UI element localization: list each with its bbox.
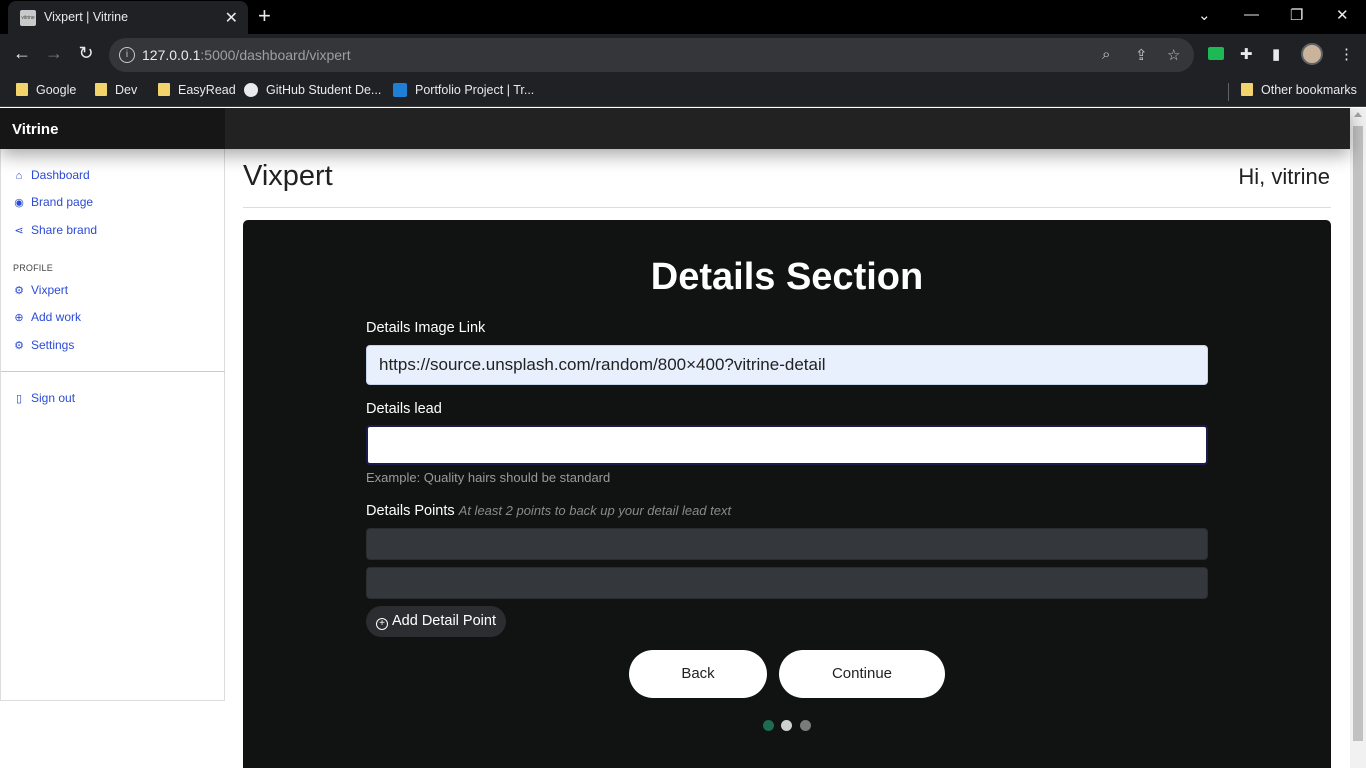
sidebar-item-settings[interactable]: ⚙ Settings [13, 338, 74, 352]
forward-arrow-icon[interactable]: → [42, 43, 66, 64]
step-indicator-active[interactable] [763, 720, 774, 731]
sidebar-item-label: Share brand [31, 223, 98, 237]
profile-heading: PROFILE [13, 263, 53, 273]
sidebar-item-brand-page[interactable]: ◉ Brand page [13, 195, 93, 209]
trello-icon [393, 83, 407, 97]
zoom-icon[interactable]: ⌕ [1102, 46, 1110, 63]
new-tab-button[interactable]: + [258, 4, 271, 28]
step-indicator[interactable] [781, 720, 792, 731]
bookmark-star-icon[interactable]: ☆ [1167, 46, 1180, 64]
bookmark-dev[interactable]: Dev [95, 83, 137, 97]
minimize-button[interactable]: — [1244, 6, 1259, 23]
bookmarks-divider [1228, 83, 1229, 101]
sidebar-item-label: Dashboard [31, 168, 90, 182]
user-greeting: Hi, vitrine [1238, 164, 1330, 189]
points-hint: At least 2 points to back up your detail… [458, 503, 732, 518]
plus-circle-icon: + [376, 618, 388, 630]
sidebar-item-dashboard[interactable]: ⌂ Dashboard [13, 168, 90, 182]
add-point-label: Add Detail Point [392, 613, 496, 629]
folder-icon [158, 83, 170, 96]
browser-toolbar: ← → ↻ i 127.0.0.1:5000/dashboard/vixpert… [0, 34, 1366, 76]
restore-button[interactable]: ❐ [1290, 6, 1303, 24]
brand-icon: ⚙ [14, 285, 24, 297]
sidebar-item-label: Brand page [31, 195, 94, 209]
site-info-icon[interactable]: i [119, 47, 135, 63]
github-icon [244, 83, 258, 97]
share-icon: ⋖ [14, 225, 24, 237]
sidebar-item-label: Vixpert [31, 283, 69, 297]
lead-help-text: Example: Quality hairs should be standar… [366, 470, 611, 485]
sidebar-divider [1, 371, 225, 372]
sidebar-item-add-work[interactable]: ⊕ Add work [13, 310, 81, 324]
extension-icon[interactable] [1208, 47, 1224, 60]
home-icon: ⌂ [15, 170, 23, 182]
reload-icon[interactable]: ↻ [74, 43, 98, 64]
scrollbar-thumb[interactable] [1353, 126, 1363, 741]
details-form-panel: Details Section Details Image Link Detai… [243, 220, 1331, 768]
top-navbar: Vitrine [0, 108, 1350, 149]
lead-input[interactable] [366, 425, 1208, 465]
brand-logo[interactable]: Vitrine [0, 108, 225, 149]
plus-circle-icon: ⊕ [14, 312, 24, 324]
eye-icon: ◉ [14, 197, 24, 209]
bookmarks-bar: Google Dev EasyRead GitHub Student De...… [0, 76, 1366, 107]
image-link-label: Details Image Link [366, 320, 486, 336]
sidebar-item-share-brand[interactable]: ⋖ Share brand [13, 223, 97, 237]
browser-tab-bar: vitrine Vixpert | Vitrine ✕ + ⌄ — ❐ ✕ [0, 0, 1366, 34]
bookmark-trello[interactable]: Portfolio Project | Tr... [393, 83, 534, 97]
folder-icon [95, 83, 107, 96]
sidebar-item-vixpert[interactable]: ⚙ Vixpert [13, 283, 68, 297]
back-arrow-icon[interactable]: ← [10, 43, 34, 64]
page-viewport: Vitrine ⌂ Dashboard ◉ Brand page ⋖ Share br… [0, 108, 1366, 768]
detail-point-input[interactable] [366, 528, 1208, 560]
side-panel-icon[interactable]: ▮ [1272, 45, 1280, 63]
address-bar[interactable]: i 127.0.0.1:5000/dashboard/vixpert ⌕ ⇪ ☆ [109, 38, 1194, 72]
detail-point-input[interactable] [366, 567, 1208, 599]
scroll-up-arrow-icon[interactable] [1354, 112, 1362, 117]
gear-icon: ⚙ [14, 340, 24, 352]
other-bookmarks[interactable]: Other bookmarks [1241, 83, 1357, 97]
title-divider [243, 207, 1331, 208]
extensions-puzzle-icon[interactable]: ✚ [1240, 45, 1253, 63]
bookmark-easyread[interactable]: EasyRead [158, 83, 236, 97]
tab-search-icon[interactable]: ⌄ [1198, 6, 1211, 24]
bookmark-github[interactable]: GitHub Student De... [244, 83, 381, 97]
browser-tab[interactable]: vitrine Vixpert | Vitrine ✕ [8, 1, 248, 34]
profile-avatar[interactable] [1301, 43, 1323, 65]
tab-title: Vixpert | Vitrine [44, 10, 129, 24]
close-tab-icon[interactable]: ✕ [225, 8, 238, 28]
sidebar-item-label: Sign out [31, 391, 76, 405]
folder-icon [16, 83, 28, 96]
share-page-icon[interactable]: ⇪ [1135, 46, 1148, 64]
folder-icon [1241, 83, 1253, 96]
favicon-icon: vitrine [20, 10, 36, 26]
back-button[interactable]: Back [629, 650, 767, 698]
bookmark-google[interactable]: Google [16, 83, 76, 97]
page-title: Vixpert [243, 160, 333, 192]
sidebar-item-sign-out[interactable]: ▯ Sign out [13, 391, 75, 405]
step-indicator[interactable] [800, 720, 811, 731]
section-title: Details Section [650, 256, 924, 298]
door-icon: ▯ [15, 393, 23, 405]
close-window-button[interactable]: ✕ [1336, 6, 1349, 24]
url-host: 127.0.0.1 [142, 47, 201, 63]
continue-button[interactable]: Continue [779, 650, 945, 698]
browser-menu-icon[interactable]: ⋮ [1339, 45, 1354, 63]
lead-label: Details lead [366, 401, 442, 417]
points-label-text: Details Points [366, 503, 455, 519]
sidebar-item-label: Add work [31, 310, 82, 324]
points-label: Details Points At least 2 points to back … [366, 503, 731, 519]
sidebar: ⌂ Dashboard ◉ Brand page ⋖ Share brand PROF… [0, 149, 225, 701]
url-path: :5000/dashboard/vixpert [200, 47, 351, 63]
url-text[interactable]: 127.0.0.1:5000/dashboard/vixpert [142, 47, 351, 63]
sidebar-item-label: Settings [31, 338, 75, 352]
add-detail-point-button[interactable]: + Add Detail Point [366, 606, 506, 637]
image-link-input[interactable] [366, 345, 1208, 385]
page-scrollbar[interactable] [1350, 108, 1366, 768]
